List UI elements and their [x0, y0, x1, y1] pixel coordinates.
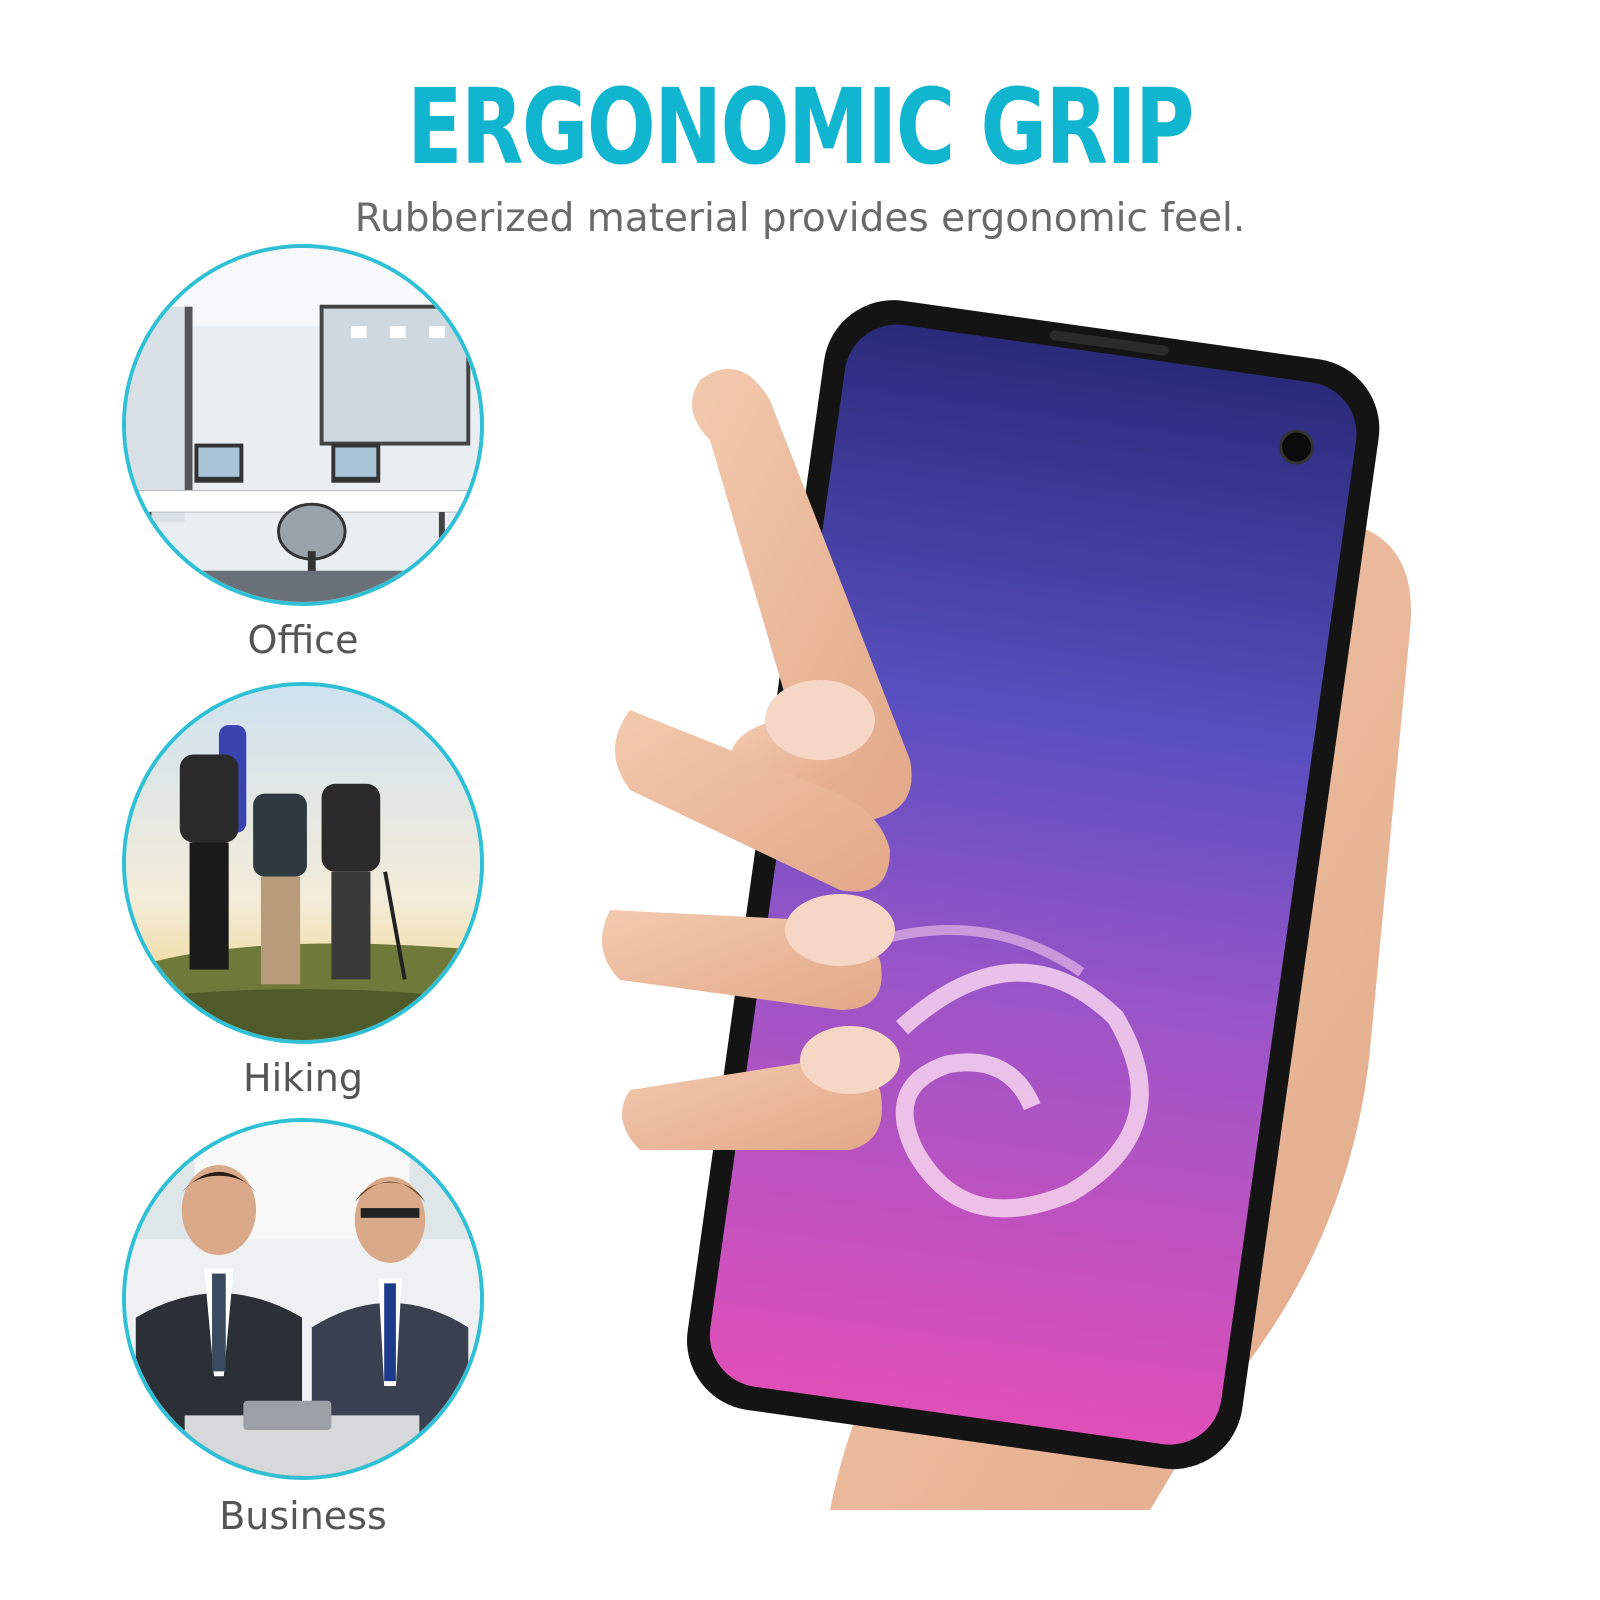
page-title: ERGONOMIC GRIP	[407, 66, 1194, 188]
page-subtitle: Rubberized material provides ergonomic f…	[354, 196, 1246, 241]
hiking-illustration	[126, 686, 480, 1040]
business-scene-image	[122, 1118, 484, 1480]
office-scene-image	[122, 244, 484, 606]
scene-label-business: Business	[219, 1494, 387, 1538]
office-illustration	[126, 248, 480, 602]
scene-label-hiking: Hiking	[243, 1056, 363, 1100]
phone-in-hand-illustration	[602, 300, 1411, 1510]
business-illustration	[126, 1122, 480, 1476]
hiking-scene-image	[122, 682, 484, 1044]
scene-label-office: Office	[247, 618, 359, 662]
